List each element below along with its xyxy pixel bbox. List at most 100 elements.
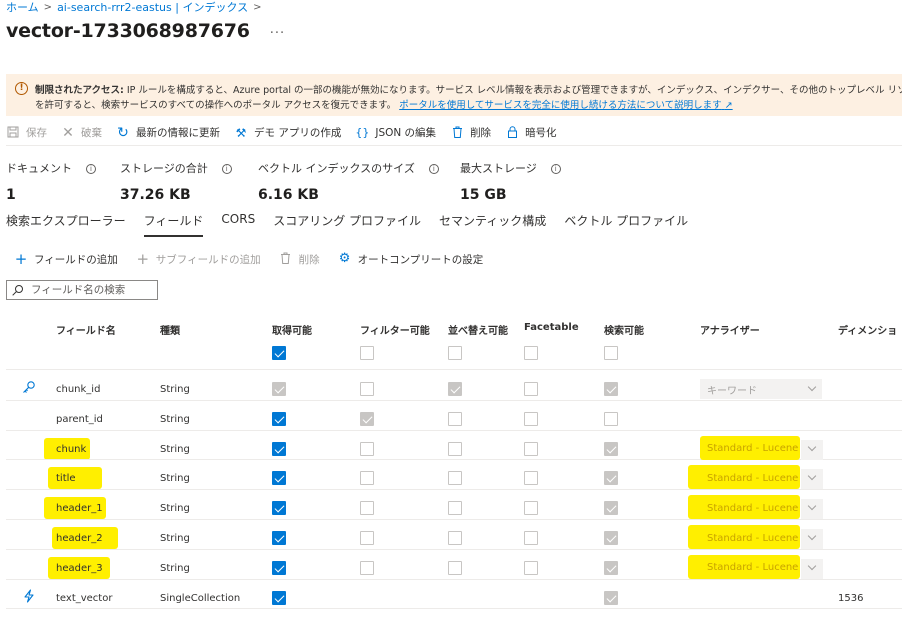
tab-cors[interactable]: CORS — [221, 212, 255, 232]
create-demo-app-button[interactable]: ⚒ デモ アプリの作成 — [234, 125, 342, 140]
chevron-down-icon — [807, 444, 817, 454]
row-divider — [6, 608, 902, 609]
trash-icon — [279, 252, 293, 266]
encryption-button[interactable]: 暗号化 — [505, 125, 557, 140]
tab-vector-profiles[interactable]: ベクトル プロファイル — [564, 212, 688, 235]
banner-text-line2: を許可すると、検索サービスのすべての操作へのポータル アクセスを復元できます。 — [35, 100, 397, 111]
encryption-label: 暗号化 — [525, 127, 557, 139]
refresh-icon: ↻ — [117, 124, 129, 141]
sortable-checkbox — [448, 531, 462, 545]
field-name[interactable]: chunk_id — [56, 384, 100, 395]
save-label: 保存 — [26, 127, 47, 139]
col-field-name[interactable]: フィールド名 — [56, 322, 116, 337]
retrievable-checkbox[interactable] — [272, 531, 286, 545]
stat-documents: ドキュメント i 1 — [6, 160, 96, 203]
info-icon[interactable]: i — [428, 164, 439, 174]
col-filterable[interactable]: フィルター可能 — [360, 322, 430, 337]
vector-bolt-icon — [22, 589, 36, 603]
filterable-checkbox — [360, 501, 374, 515]
tab-scoring-profiles[interactable]: スコアリング プロファイル — [273, 212, 421, 235]
breadcrumb-home[interactable]: ホーム — [6, 0, 39, 15]
banner-learn-more-link[interactable]: ポータルを使用してサービスを完全に使用し続ける方法について説明します ↗ — [399, 100, 732, 111]
lock-icon — [505, 125, 519, 140]
retrievable-checkbox[interactable] — [272, 591, 286, 605]
row-divider — [6, 430, 902, 431]
facetable-checkbox — [524, 471, 538, 485]
stat-vector-index-size: ベクトル インデックスのサイズ i 6.16 KB — [258, 160, 439, 203]
facetable-checkbox — [524, 412, 538, 426]
field-name[interactable]: parent_id — [56, 414, 103, 425]
col-type[interactable]: 種類 — [160, 322, 180, 337]
searchable-checkbox — [604, 471, 618, 485]
autocomplete-settings-button[interactable]: ⚙ オートコンプリートの設定 — [338, 252, 484, 267]
tab-semantic-config[interactable]: セマンティック構成 — [439, 212, 546, 235]
col-sortable[interactable]: 並べ替え可能 — [448, 322, 508, 337]
field-type: String — [160, 533, 190, 544]
row-divider — [6, 489, 902, 490]
analyzer-dropdown[interactable]: Standard - Lucene — [700, 558, 823, 579]
field-name[interactable]: header_3 — [56, 563, 103, 574]
plus-icon: + — [14, 250, 28, 268]
col-facetable[interactable]: Facetable — [524, 322, 579, 333]
col-dimensions[interactable]: ディメンショ — [838, 322, 897, 337]
field-name[interactable]: title — [56, 473, 76, 484]
analyzer-dropdown[interactable]: Standard - Lucene — [700, 439, 823, 460]
delete-index-button[interactable]: 削除 — [450, 125, 491, 140]
col-searchable[interactable]: 検索可能 — [604, 322, 644, 337]
stat-max-storage-label: 最大ストレージ — [460, 162, 537, 175]
tab-fields[interactable]: フィールド — [143, 212, 204, 237]
more-options-button[interactable]: ··· — [270, 26, 285, 41]
refresh-button[interactable]: ↻ 最新の情報に更新 — [116, 125, 220, 140]
field-name[interactable]: header_2 — [56, 533, 103, 544]
add-subfield-button[interactable]: + サブフィールドの追加 — [136, 252, 261, 267]
chevron-right-icon: > — [43, 1, 53, 13]
field-name[interactable]: chunk — [56, 444, 86, 455]
analyzer-dropdown[interactable]: キーワード — [700, 379, 822, 399]
sortable-checkbox — [448, 382, 462, 396]
analyzer-value: Standard - Lucene — [707, 532, 799, 544]
row-divider — [6, 400, 902, 401]
discard-button[interactable]: ✕ 破棄 — [61, 125, 102, 140]
field-type: String — [160, 384, 190, 395]
chevron-down-icon — [807, 563, 817, 573]
save-button[interactable]: 保存 — [6, 125, 47, 140]
tab-search-explorer[interactable]: 検索エクスプローラー — [6, 212, 126, 235]
field-search-input[interactable] — [31, 284, 151, 296]
field-name[interactable]: header_1 — [56, 503, 103, 514]
restricted-access-banner: ! 制限されたアクセス: IP ルールを構成すると、Azure portal の… — [6, 74, 902, 116]
retrievable-checkbox[interactable] — [272, 442, 286, 456]
info-icon[interactable]: i — [86, 164, 96, 174]
field-type: String — [160, 444, 190, 455]
retrievable-checkbox[interactable] — [272, 471, 286, 485]
retrievable-checkbox[interactable] — [272, 412, 286, 426]
searchable-checkbox — [604, 382, 618, 396]
info-icon[interactable]: i — [221, 164, 232, 174]
filterable-checkbox — [360, 412, 374, 426]
header-retrievable-checkbox[interactable] — [272, 346, 286, 360]
analyzer-dropdown[interactable]: Standard - Lucene — [700, 528, 823, 549]
analyzer-dropdown[interactable]: Standard - Lucene — [700, 498, 823, 520]
delete-field-button[interactable]: 削除 — [279, 252, 320, 267]
analyzer-value: キーワード — [707, 385, 757, 397]
breadcrumb-service[interactable]: ai-search-rrr2-eastus | インデックス — [57, 0, 248, 15]
trash-icon — [450, 126, 464, 140]
facetable-checkbox — [524, 442, 538, 456]
field-search-box — [6, 280, 158, 300]
sortable-checkbox — [448, 442, 462, 456]
edit-json-button[interactable]: {} JSON の編集 — [355, 125, 436, 140]
retrievable-checkbox[interactable] — [272, 561, 286, 575]
chevron-down-icon — [807, 384, 817, 394]
sortable-checkbox — [448, 501, 462, 515]
searchable-checkbox — [604, 412, 618, 426]
col-analyzer[interactable]: アナライザー — [700, 322, 760, 337]
add-field-button[interactable]: + フィールドの追加 — [14, 252, 118, 267]
facetable-checkbox — [524, 531, 538, 545]
analyzer-dropdown[interactable]: Standard - Lucene — [700, 468, 823, 490]
retrievable-checkbox[interactable] — [272, 501, 286, 515]
analyzer-value: Standard - Lucene — [707, 443, 799, 455]
row-divider — [6, 549, 902, 550]
field-name[interactable]: text_vector — [56, 593, 112, 604]
filterable-checkbox — [360, 442, 374, 456]
info-icon[interactable]: i — [550, 164, 561, 174]
col-retrievable[interactable]: 取得可能 — [272, 322, 312, 337]
